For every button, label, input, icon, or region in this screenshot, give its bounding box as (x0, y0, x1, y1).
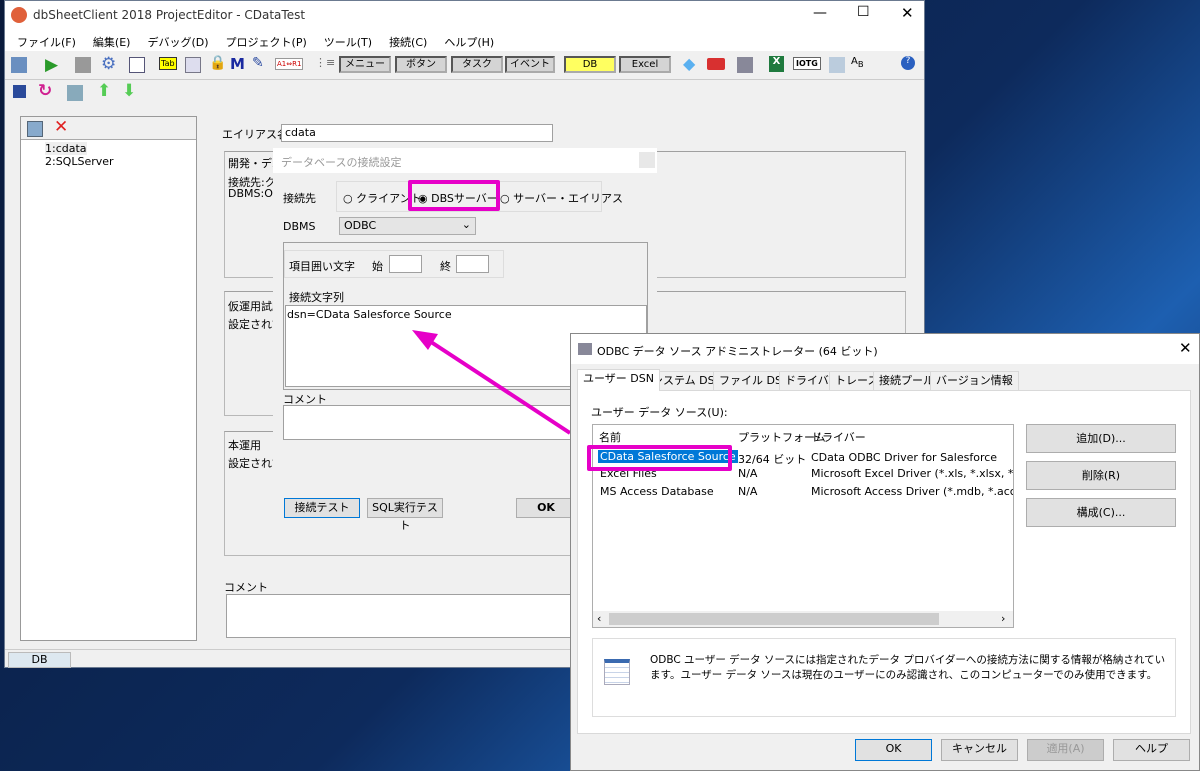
odbc-tab-panel: ユーザー データ ソース(U): 名前 プラットフォーム ドライバー CData… (577, 390, 1191, 734)
configure-button[interactable]: 構成(C)... (1026, 498, 1176, 527)
dsn-platform: N/A (738, 467, 758, 480)
info-text: ODBC ユーザー データ ソースには指定されたデータ プロバイダーへの接続方法… (650, 654, 1166, 681)
odbc-ok-button[interactable]: OK (855, 739, 932, 761)
dsn-platform: N/A (738, 485, 758, 498)
add-button[interactable]: 追加(D)... (1026, 424, 1176, 453)
dsn-platform: 32/64 ビット (738, 453, 807, 466)
column-driver[interactable]: ドライバー (811, 429, 866, 445)
horizontal-scrollbar[interactable]: ‹ › (593, 611, 1013, 627)
odbc-close-button[interactable]: ✕ (1179, 339, 1192, 357)
dsn-list: 名前 プラットフォーム ドライバー CData Salesforce Sourc… (587, 424, 1014, 628)
datasource-icon (604, 659, 630, 685)
dsn-driver: CData ODBC Driver for Salesforce (811, 451, 998, 464)
odbc-title: ODBC データ ソース アドミニストレーター (64 ビット) (597, 345, 878, 358)
scroll-thumb[interactable] (609, 613, 939, 625)
dsn-driver: Microsoft Excel Driver (*.xls, *.xlsx, *… (811, 467, 1013, 480)
tab-version[interactable]: バージョン情報 (930, 371, 1019, 390)
dsn-driver: Microsoft Access Driver (*.mdb, *.accdb) (811, 485, 1013, 498)
odbc-cancel-button[interactable]: キャンセル (941, 739, 1018, 761)
highlight-box (587, 445, 732, 471)
column-name[interactable]: 名前 (599, 429, 621, 445)
dsn-name: MS Access Database (600, 485, 714, 498)
odbc-apply-button[interactable]: 適用(A) (1027, 739, 1104, 761)
scroll-right-icon[interactable]: › (1001, 612, 1005, 625)
info-box: ODBC ユーザー データ ソースには指定されたデータ プロバイダーへの接続方法… (592, 638, 1176, 717)
tab-user-dsn[interactable]: ユーザー DSN (577, 369, 660, 391)
remove-button[interactable]: 削除(R) (1026, 461, 1176, 490)
user-ds-label: ユーザー データ ソース(U): (591, 406, 728, 419)
table-row[interactable]: MS Access Database N/A Microsoft Access … (593, 484, 1013, 501)
odbc-title-bar: ODBC データ ソース アドミニストレーター (64 ビット) ✕ (571, 334, 1199, 364)
odbc-app-icon (578, 343, 592, 355)
odbc-help-button[interactable]: ヘルプ (1113, 739, 1190, 761)
scroll-left-icon[interactable]: ‹ (597, 612, 601, 625)
